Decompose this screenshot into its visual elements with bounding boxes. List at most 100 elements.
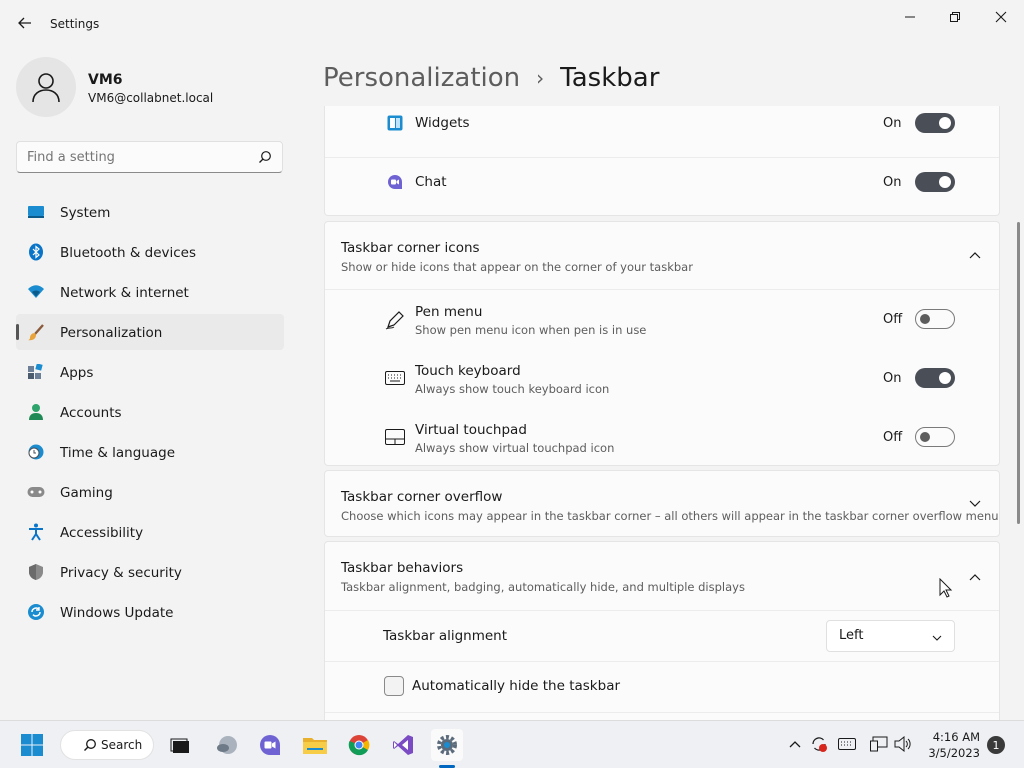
sidebar-item-time-language[interactable]: Time & language: [16, 434, 284, 470]
file-explorer-button[interactable]: [299, 729, 331, 761]
sidebar-item-label: Gaming: [60, 485, 113, 501]
app-title: Settings: [50, 17, 100, 31]
touch-keyboard-label: Touch keyboard: [415, 363, 521, 379]
chat-taskbar-icon: [260, 735, 280, 755]
chevron-up-icon[interactable]: [965, 245, 985, 265]
restore-icon: [950, 12, 960, 22]
visual-studio-icon: [393, 735, 413, 755]
breadcrumb-separator: ›: [536, 66, 545, 90]
task-view-button[interactable]: [164, 729, 196, 761]
settings-icon: [437, 735, 457, 755]
sidebar-item-apps[interactable]: Apps: [16, 354, 284, 390]
virtual-touchpad-toggle[interactable]: [915, 427, 955, 447]
sidebar-item-network[interactable]: Network & internet: [16, 274, 284, 310]
chevron-up-icon[interactable]: [965, 567, 985, 587]
chrome-button[interactable]: [343, 729, 375, 761]
behaviors-title: Taskbar behaviors: [341, 560, 464, 576]
sidebar-item-bluetooth[interactable]: Bluetooth & devices: [16, 234, 284, 270]
accounts-icon: [27, 403, 45, 421]
sidebar-item-privacy[interactable]: Privacy & security: [16, 554, 284, 590]
sidebar-item-label: System: [60, 205, 111, 221]
clock-time: 4:16 AM: [932, 730, 980, 744]
back-arrow-icon: [18, 17, 31, 29]
autohide-label[interactable]: Automatically hide the taskbar: [412, 678, 620, 694]
pen-menu-toggle[interactable]: [915, 309, 955, 329]
sidebar-item-personalization[interactable]: Personalization: [16, 314, 284, 350]
settings-taskbar-button[interactable]: [431, 729, 463, 761]
sidebar-item-label: Accounts: [60, 405, 122, 421]
taskbar-alignment-label: Taskbar alignment: [383, 628, 508, 644]
notification-badge[interactable]: 1: [987, 736, 1005, 754]
close-button[interactable]: [987, 8, 1015, 26]
start-button[interactable]: [16, 729, 48, 761]
sidebar-item-accessibility[interactable]: Accessibility: [16, 514, 284, 550]
taskbar-corner-overflow-card[interactable]: Taskbar corner overflow Choose which ico…: [324, 470, 1000, 537]
behaviors-header[interactable]: Taskbar behaviors Taskbar alignment, bad…: [325, 542, 999, 610]
taskbar-clock[interactable]: 4:16 AM 3/5/2023: [920, 729, 980, 761]
chat-row: Chat On: [325, 158, 999, 216]
sidebar-item-windows-update[interactable]: Windows Update: [16, 594, 284, 630]
taskbar-items-card: Widgets On Chat On: [324, 106, 1000, 216]
wifi-icon: [27, 283, 45, 301]
task-view-icon: [170, 738, 189, 753]
pen-menu-label: Pen menu: [415, 304, 483, 320]
show-hidden-icons-button[interactable]: [786, 735, 804, 753]
widgets-toggle[interactable]: [915, 113, 955, 133]
touch-keyboard-toggle[interactable]: [915, 368, 955, 388]
autohide-checkbox[interactable]: [384, 676, 404, 696]
widgets-button[interactable]: [211, 729, 243, 761]
content-scrollbar[interactable]: [1017, 222, 1020, 524]
user-icon: [32, 73, 60, 103]
sidebar-item-accounts[interactable]: Accounts: [16, 394, 284, 430]
corner-overflow-subtitle: Choose which icons may appear in the tas…: [341, 509, 999, 523]
sidebar-item-label: Bluetooth & devices: [60, 245, 197, 261]
title-bar: Settings: [0, 0, 1024, 48]
sidebar-item-gaming[interactable]: Gaming: [16, 474, 284, 510]
sidebar-item-system[interactable]: System: [16, 194, 284, 230]
chevron-down-icon[interactable]: [965, 494, 985, 514]
sidebar-item-label: Network & internet: [60, 285, 189, 301]
mouse-cursor-icon: [939, 578, 953, 598]
touch-keyboard-tray-icon[interactable]: [838, 735, 856, 753]
touch-keyboard-row: Touch keyboard Always show touch keyboar…: [325, 349, 999, 408]
widgets-label: Widgets: [415, 115, 470, 131]
settings-search[interactable]: [16, 141, 283, 173]
virtual-touchpad-row: Virtual touchpad Always show virtual tou…: [325, 408, 999, 467]
search-icon[interactable]: [258, 150, 272, 168]
chat-label: Chat: [415, 174, 447, 190]
taskbar-search-button[interactable]: Search: [60, 730, 154, 760]
gamepad-icon: [27, 483, 45, 501]
taskbar-alignment-row: Taskbar alignment Left: [325, 611, 999, 661]
widgets-state: On: [883, 116, 902, 131]
keyboard-icon: [838, 738, 856, 750]
widgets-icon: [385, 113, 405, 133]
search-input[interactable]: [27, 148, 247, 166]
clock-date: 3/5/2023: [928, 746, 980, 760]
breadcrumb-parent[interactable]: Personalization: [323, 63, 520, 93]
pen-menu-row: Pen menu Show pen menu icon when pen is …: [325, 290, 999, 349]
close-icon: [995, 11, 1007, 23]
virtual-touchpad-state: Off: [883, 430, 903, 445]
widgets-row: Widgets On: [325, 106, 999, 158]
breadcrumb: Personalization › Taskbar: [323, 58, 659, 98]
minimize-button[interactable]: [896, 8, 924, 26]
taskbar-alignment-dropdown[interactable]: Left: [826, 620, 955, 652]
sync-status-icon[interactable]: [810, 735, 828, 753]
chat-state: On: [883, 175, 902, 190]
sidebar-item-label: Privacy & security: [60, 565, 182, 581]
corner-icons-header[interactable]: Taskbar corner icons Show or hide icons …: [325, 222, 999, 289]
visual-studio-button[interactable]: [387, 729, 419, 761]
shield-icon: [27, 563, 45, 581]
volume-icon[interactable]: [894, 735, 912, 753]
back-button[interactable]: [14, 12, 36, 34]
maximize-button[interactable]: [941, 8, 969, 26]
sidebar-item-label: Apps: [60, 365, 94, 381]
chat-button[interactable]: [254, 729, 286, 761]
user-profile[interactable]: VM6 VM6@collabnet.local: [16, 57, 286, 117]
sidebar-nav: System Bluetooth & devices Network & int…: [16, 194, 284, 634]
touch-keyboard-state: On: [883, 371, 902, 386]
minimize-icon: [905, 16, 915, 18]
network-icon[interactable]: [870, 735, 888, 753]
windows-taskbar: Search 4:16 AM 3/5/2023 1: [0, 720, 1024, 768]
chat-toggle[interactable]: [915, 172, 955, 192]
